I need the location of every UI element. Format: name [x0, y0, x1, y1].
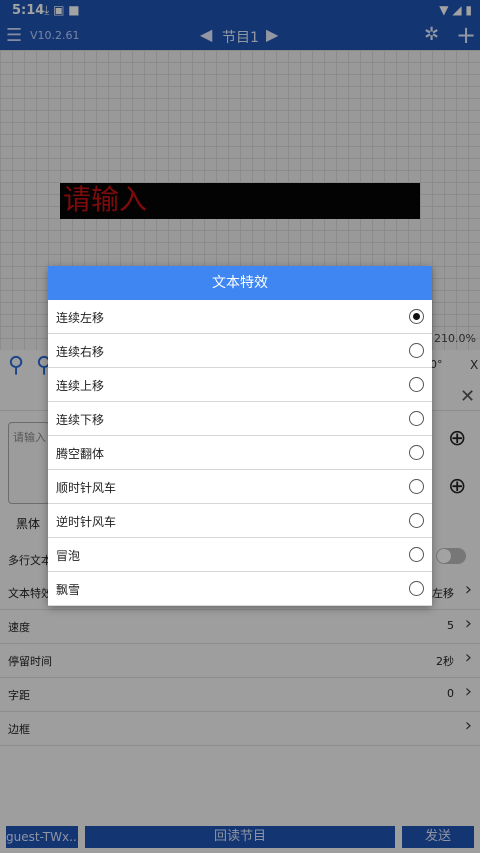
radio-button[interactable] [409, 309, 424, 324]
radio-button[interactable] [409, 445, 424, 460]
effect-option-label: 冒泡 [56, 549, 81, 563]
effect-option[interactable]: 连续上移 [48, 368, 432, 402]
effect-option[interactable]: 连续下移 [48, 402, 432, 436]
effect-option-label: 连续右移 [56, 345, 105, 359]
effect-option-label: 逆时针风车 [56, 515, 117, 529]
effect-options-list: 连续左移连续右移连续上移连续下移腾空翻体顺时针风车逆时针风车冒泡飘雪 [48, 300, 432, 606]
effect-option-label: 飘雪 [56, 583, 81, 597]
dialog-title: 文本特效 [48, 266, 432, 300]
radio-selected-dot [413, 313, 420, 320]
radio-button[interactable] [409, 547, 424, 562]
radio-button[interactable] [409, 343, 424, 358]
radio-button[interactable] [409, 581, 424, 596]
radio-button[interactable] [409, 411, 424, 426]
effect-option[interactable]: 逆时针风车 [48, 504, 432, 538]
effect-option-label: 连续左移 [56, 311, 105, 325]
effect-option-label: 连续上移 [56, 379, 105, 393]
effect-option[interactable]: 飘雪 [48, 572, 432, 606]
effect-option-label: 顺时针风车 [56, 481, 117, 495]
radio-button[interactable] [409, 377, 424, 392]
effect-option[interactable]: 顺时针风车 [48, 470, 432, 504]
effect-option-label: 腾空翻体 [56, 447, 105, 461]
effect-option[interactable]: 连续右移 [48, 334, 432, 368]
effect-option-label: 连续下移 [56, 413, 105, 427]
effect-option[interactable]: 腾空翻体 [48, 436, 432, 470]
radio-button[interactable] [409, 513, 424, 528]
radio-button[interactable] [409, 479, 424, 494]
effect-option[interactable]: 冒泡 [48, 538, 432, 572]
effect-option[interactable]: 连续左移 [48, 300, 432, 334]
text-effect-dialog: 文本特效 连续左移连续右移连续上移连续下移腾空翻体顺时针风车逆时针风车冒泡飘雪 [48, 266, 432, 606]
